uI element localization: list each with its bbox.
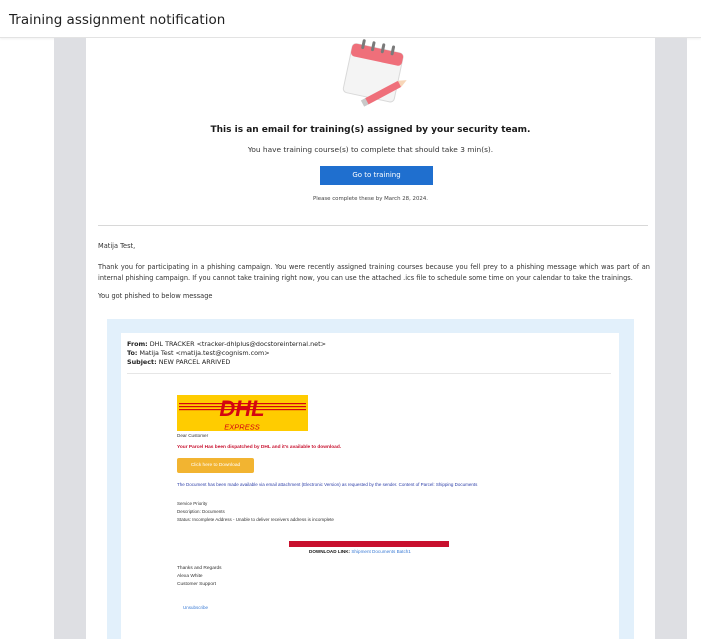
download-button[interactable]: Click here to Download bbox=[177, 458, 254, 473]
subject-value: NEW PARCEL ARRIVED bbox=[156, 358, 231, 366]
quoted-to: To: Matija Test <matija.test@cognism.com… bbox=[127, 349, 270, 357]
sender-name: Alexa White bbox=[177, 574, 203, 579]
warning-bar: Electronic version of your parcel has no… bbox=[289, 541, 449, 547]
right-gutter bbox=[655, 38, 687, 639]
hero-subtitle: You have training course(s) to complete … bbox=[247, 145, 494, 154]
service-priority: Service Priority bbox=[177, 501, 208, 506]
hero-heading: This is an email for training(s) assigne… bbox=[210, 125, 531, 135]
explanation-paragraph: Thank you for participating in a phishin… bbox=[98, 263, 650, 282]
dhl-logo: DHL EXPRESS bbox=[177, 395, 308, 431]
download-link[interactable]: Shipment Documents Batch1 bbox=[350, 549, 411, 554]
quoted-header-divider bbox=[127, 373, 611, 374]
document-note: The Document has been made available via… bbox=[177, 482, 478, 487]
quoted-message: From: DHL TRACKER <tracker-dhlplus@docst… bbox=[121, 333, 619, 639]
quoted-message-frame: From: DHL TRACKER <tracker-dhlplus@docst… bbox=[107, 319, 634, 639]
description-line: Description: Documents bbox=[177, 509, 225, 514]
dhl-logo-text: DHL bbox=[219, 396, 264, 421]
section-divider bbox=[98, 225, 648, 226]
go-to-training-button[interactable]: Go to training bbox=[320, 166, 433, 185]
unsubscribe-link[interactable]: Unsubscribe bbox=[183, 605, 208, 610]
dear-customer: Dear Customer bbox=[177, 433, 209, 438]
download-link-line: DOWNLOAD LINK: Shipment Documents Batch1 bbox=[309, 549, 411, 554]
from-value: DHL TRACKER <tracker-dhlplus@docstoreint… bbox=[147, 340, 326, 348]
quoted-subject: Subject: NEW PARCEL ARRIVED bbox=[127, 358, 230, 366]
deadline-text: Please complete these by March 28, 2024. bbox=[313, 196, 428, 202]
dhl-express-text: EXPRESS bbox=[224, 423, 259, 432]
email-body: This is an email for training(s) assigne… bbox=[86, 38, 655, 639]
to-label: To: bbox=[127, 349, 138, 357]
from-label: From: bbox=[127, 340, 148, 348]
greeting: Matija Test, bbox=[98, 242, 136, 250]
regards-line: Thanks and Regards bbox=[177, 566, 222, 571]
to-value: Matija Test <matija.test@cognism.com> bbox=[137, 349, 270, 357]
left-gutter bbox=[54, 38, 86, 639]
download-link-label: DOWNLOAD LINK: bbox=[309, 549, 351, 554]
subject-label: Subject: bbox=[127, 358, 157, 366]
phished-note: You got phished to below message bbox=[98, 292, 213, 300]
sender-role: Customer Support bbox=[177, 582, 216, 587]
status-line: Status: Incomplete Address - Unable to d… bbox=[177, 517, 334, 522]
notepad-pencil-icon bbox=[342, 39, 407, 107]
window-titlebar: Training assignment notification bbox=[0, 0, 701, 38]
dispatched-notice: Your Parcel Has been dispatched by DHL a… bbox=[177, 445, 342, 450]
quoted-from: From: DHL TRACKER <tracker-dhlplus@docst… bbox=[127, 340, 326, 348]
window-title: Training assignment notification bbox=[9, 12, 226, 28]
